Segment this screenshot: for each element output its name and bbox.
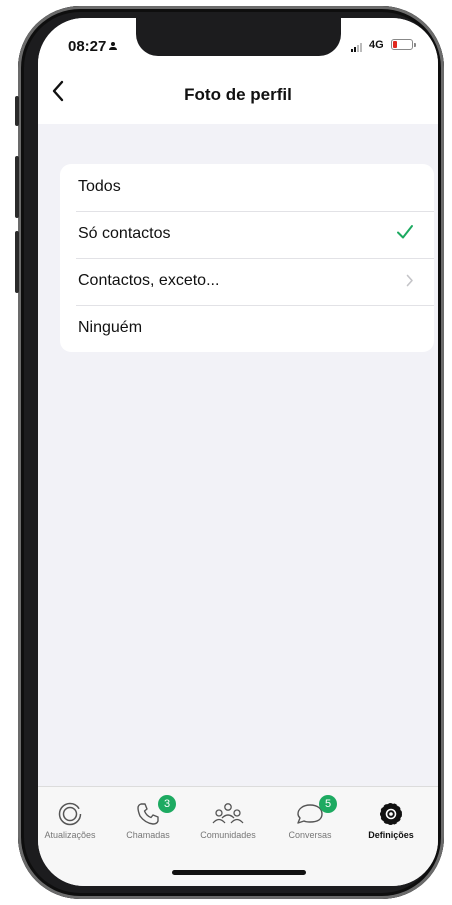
tab-chamadas[interactable]: Chamadas 3 bbox=[108, 787, 188, 840]
tab-label: Comunidades bbox=[200, 830, 256, 840]
missed-calls-badge: 3 bbox=[158, 795, 176, 813]
status-icon bbox=[58, 802, 82, 826]
tab-label: Atualizações bbox=[44, 830, 96, 840]
status-bar: 08:27 4G bbox=[38, 18, 438, 68]
checkmark-icon bbox=[397, 225, 413, 239]
home-indicator bbox=[172, 870, 306, 875]
volume-down-button bbox=[15, 231, 19, 293]
tab-label: Definições bbox=[368, 830, 414, 840]
option-ninguem[interactable]: Ninguém bbox=[60, 305, 434, 352]
navigation-bar: Foto de perfil bbox=[38, 68, 438, 124]
tab-label: Conversas bbox=[288, 830, 332, 840]
option-label: Contactos, exceto... bbox=[78, 272, 220, 289]
option-label: Só contactos bbox=[78, 225, 171, 242]
signal-icon bbox=[351, 42, 362, 52]
chevron-right-icon bbox=[406, 274, 413, 287]
option-label: Todos bbox=[78, 178, 121, 195]
tab-definicoes[interactable]: Definições bbox=[351, 787, 431, 840]
option-todos[interactable]: Todos bbox=[60, 164, 434, 211]
tab-label: Chamadas bbox=[126, 830, 170, 840]
mute-switch bbox=[15, 96, 19, 126]
status-time: 08:27 bbox=[68, 38, 118, 55]
tab-comunidades[interactable]: Comunidades bbox=[188, 787, 268, 840]
page-title: Foto de perfil bbox=[184, 85, 292, 104]
notch bbox=[136, 18, 341, 56]
screen: 08:27 4G Foto de perfil Todos Só contact… bbox=[38, 18, 438, 886]
communities-icon bbox=[212, 803, 244, 824]
unread-chats-badge: 5 bbox=[319, 795, 337, 813]
person-icon bbox=[109, 42, 118, 50]
option-label: Ninguém bbox=[78, 319, 143, 336]
network-type: 4G bbox=[369, 39, 384, 51]
tab-atualizacoes[interactable]: Atualizações bbox=[38, 787, 110, 840]
gear-icon bbox=[380, 803, 402, 825]
volume-up-button bbox=[15, 156, 19, 218]
tab-conversas[interactable]: Conversas 5 bbox=[270, 787, 350, 840]
option-contactos-exceto[interactable]: Contactos, exceto... bbox=[60, 258, 434, 305]
privacy-options-list: Todos Só contactos Contactos, exceto... … bbox=[60, 164, 434, 352]
battery-icon bbox=[391, 39, 416, 50]
option-so-contactos[interactable]: Só contactos bbox=[60, 211, 434, 258]
